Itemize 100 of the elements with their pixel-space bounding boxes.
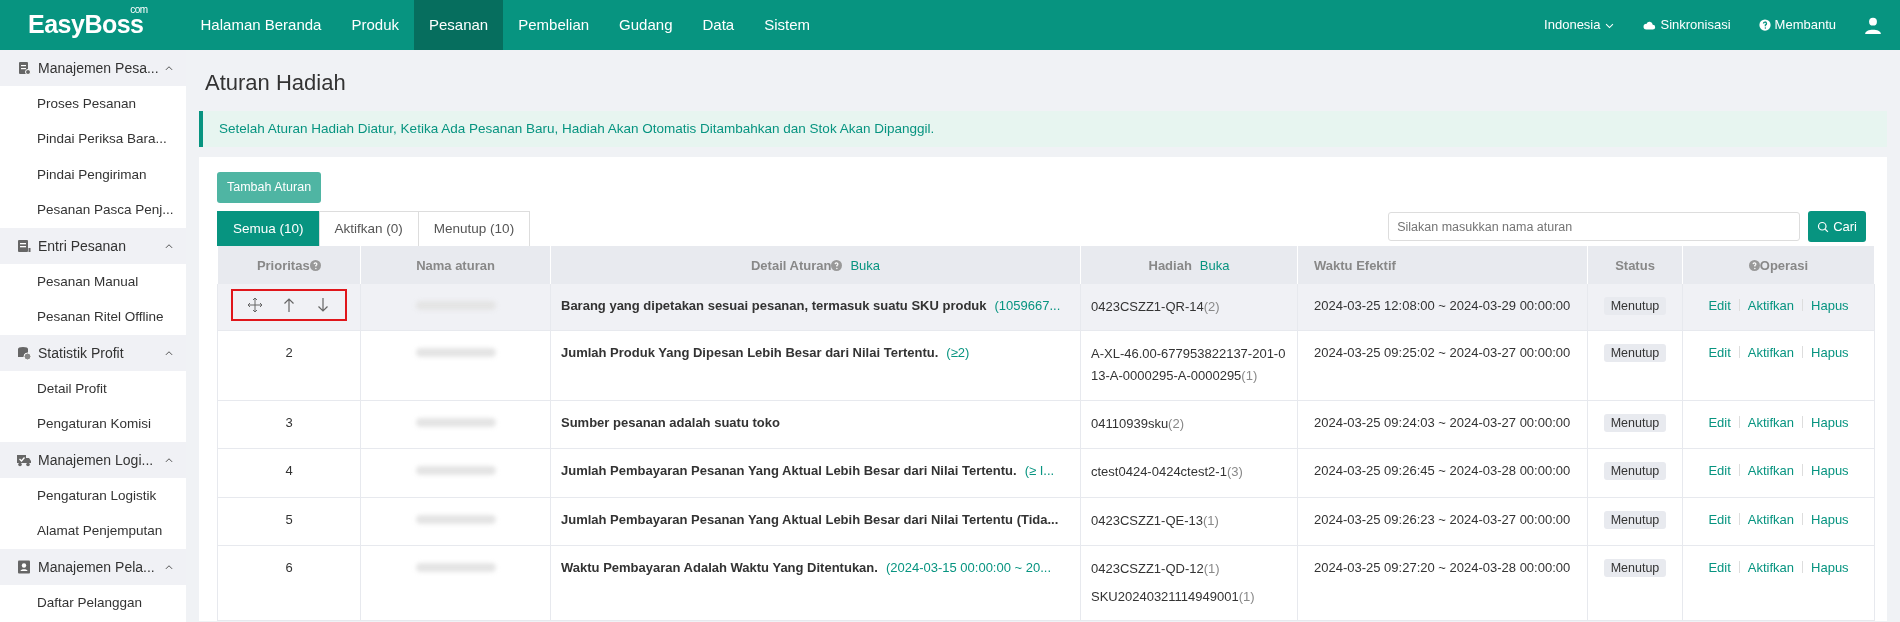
sidebar-item[interactable]: Pengaturan Logistik [0,478,186,514]
status-tag: Menutup [1603,462,1667,481]
effective-time: 2024-03-25 09:24:03 ~ 2024-03-27 00:00:00 [1314,414,1571,430]
receipt-icon [16,238,32,254]
search-icon [1817,220,1830,233]
sidebar-item[interactable]: Pesanan Ritel Offline [0,299,186,335]
sidebar-item[interactable]: Pengaturan Komisi [0,406,186,442]
column-header: Waktu Efektif [1314,257,1396,273]
nav-tab[interactable]: Pesanan [414,0,504,50]
clipboard-icon [16,60,32,76]
sidebar-group-header[interactable]: Manajemen Pela... [0,549,186,585]
help-icon [1758,19,1771,31]
gift-item: 0423CSZZ1-QR-14(2) [1091,298,1221,317]
help-link[interactable]: Membantu [1758,15,1836,35]
nav-tab[interactable]: Gudang [604,0,688,50]
priority-number: 2 [284,344,294,363]
action-link[interactable]: Aktifkan [1747,414,1795,430]
action-link[interactable]: Aktifkan [1747,560,1795,576]
effective-time: 2024-03-25 09:26:45 ~ 2024-03-28 00:00:00 [1314,463,1571,479]
status-tag: Menutup [1603,297,1667,316]
sidebar-group-header[interactable]: Entri Pesanan [0,228,186,264]
nav-tab[interactable]: Halaman Beranda [185,0,337,50]
sidebar-group-header[interactable]: Statistik Profit [0,335,186,371]
move-icon [247,297,263,314]
arrow-down-icon [315,297,331,314]
sidebar-group-header[interactable]: Manajemen Logi... [0,442,186,478]
rule-value: (1059667... [994,298,1061,314]
language-dropdown[interactable]: Indonesia [1544,15,1616,35]
filter-tab[interactable]: Menutup (10) [417,211,531,247]
action-link[interactable]: Edit [1708,414,1731,430]
priority-number: 5 [284,510,294,529]
rule-detail: Jumlah Produk Yang Dipesan Lebih Besar dari Nilai Tertentu. [561,345,939,361]
info-notice: Setelah Aturan Hadiah Diatur, Ketika Ada Pesanan Baru, Hadiah Akan Otomatis Ditambahkan dan Stok Akan Dipanggil. [199,111,1887,148]
search-button[interactable]: Cari [1808,211,1866,243]
sidebar-item[interactable]: Alamat Penjemputan [0,513,186,549]
effective-time: 2024-03-25 09:27:20 ~ 2024-03-28 00:00:00 [1314,560,1571,576]
sidebar-item[interactable]: Proses Pesanan [0,86,186,122]
gift-item: 04110939sku(2) [1091,414,1185,433]
nav-tab[interactable]: Pembelian [503,0,605,50]
action-link[interactable]: Aktifkan [1747,511,1795,527]
priority-number: 4 [284,462,294,481]
column-header: Nama aturan [416,257,495,273]
action-link[interactable]: Aktifkan [1747,345,1795,361]
action-link[interactable]: Hapus [1811,560,1849,576]
action-link[interactable]: Edit [1708,345,1731,361]
action-link[interactable]: Edit [1708,463,1731,479]
action-link[interactable]: Aktifkan [1747,463,1795,479]
action-link[interactable]: Hapus [1811,298,1849,314]
coins-icon [16,345,32,361]
effective-time: 2024-03-25 12:08:00 ~ 2024-03-29 00:00:00 [1314,298,1571,314]
sidebar-item[interactable]: Daftar Pelanggan [0,585,186,621]
rule-value: (≥ I... [1024,463,1055,479]
rule-detail: Sumber pesanan adalah suatu toko [561,414,780,430]
contact-icon [16,559,32,575]
rule-detail: Waktu Pembayaran Adalah Waktu Yang Ditentukan. [561,560,878,576]
filter-tab[interactable]: Semua (10) [217,211,320,247]
search-field[interactable]: Silakan masukkan nama aturan [1388,212,1801,242]
action-link[interactable]: Edit [1708,560,1731,576]
nav-tab[interactable]: Sistem [749,0,825,50]
rule-value: (≥2) [946,345,970,361]
sidebar-item[interactable]: Pesanan Pasca Penj... [0,192,186,228]
sidebar-group-header[interactable]: Manajemen Pesa... [0,50,186,86]
sidebar-item[interactable]: Pindai Periksa Bara... [0,121,186,157]
sidebar-item[interactable]: Detail Profit [0,371,186,407]
sync-link[interactable]: Sinkronisasi [1643,15,1731,35]
rule-detail: Barang yang dipetakan sesuai pesanan, termasuk suatu SKU produk [561,298,987,314]
column-header: Detail Aturan [750,257,843,273]
status-tag: Menutup [1603,413,1667,432]
status-tag: Menutup [1603,510,1667,529]
expand-link[interactable]: Buka [850,257,881,273]
rule-value: (2024-03-15 00:00:00 ~ 20... [885,560,1052,576]
filter-tab[interactable]: Aktifkan (0) [318,211,419,247]
sidebar-item[interactable]: Pesanan Manual [0,264,186,300]
truck-icon [16,452,32,468]
nav-tab[interactable]: Produk [336,0,414,50]
gift-item: A-XL-46.00-677953822137-201-013-A-0000295-A-0000295(1) [1091,345,1287,386]
column-header: Operasi [1748,257,1809,273]
gift-item: SKU20240321114949001(1) [1091,588,1256,607]
page-title: Aturan Hadiah [205,69,347,97]
action-link[interactable]: Edit [1708,511,1731,527]
effective-time: 2024-03-25 09:25:02 ~ 2024-03-27 00:00:00 [1314,345,1571,361]
column-header: Hadiah [1148,257,1192,273]
action-link[interactable]: Hapus [1811,345,1849,361]
gift-item: 0423CSZZ1-QD-12(1) [1091,560,1221,579]
column-header: Prioritas [256,257,321,273]
gift-item: 0423CSZZ1-QE-13(1) [1091,511,1220,530]
action-link[interactable]: Hapus [1811,414,1849,430]
column-header: Status [1615,257,1655,273]
add-rule-button[interactable]: Tambah Aturan [217,172,322,203]
action-link[interactable]: Edit [1708,298,1731,314]
action-link[interactable]: Hapus [1811,463,1849,479]
sidebar-item[interactable]: Pindai Pengiriman [0,157,186,193]
user-icon [1864,16,1882,34]
rule-detail: Jumlah Pembayaran Pesanan Yang Aktual Lebih Besar dari Nilai Tertentu. [561,463,1017,479]
nav-tab[interactable]: Data [687,0,750,50]
action-link[interactable]: Aktifkan [1747,298,1795,314]
status-tag: Menutup [1603,344,1667,363]
expand-link[interactable]: Buka [1199,257,1230,273]
gift-item: ctest0424-0424ctest2-1(3) [1091,463,1244,482]
action-link[interactable]: Hapus [1811,511,1849,527]
